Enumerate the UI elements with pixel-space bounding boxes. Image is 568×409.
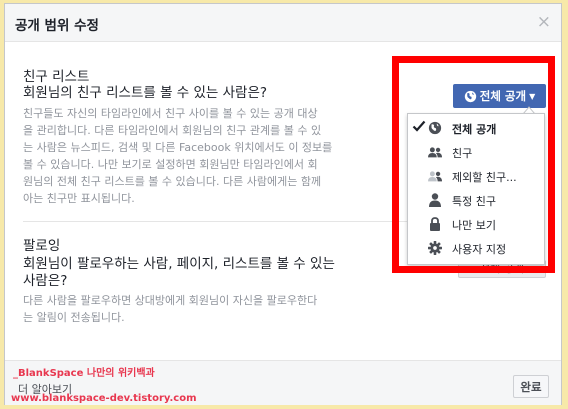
chevron-down-icon: ▼	[529, 91, 536, 101]
person-icon	[428, 193, 442, 207]
check-icon	[412, 120, 426, 132]
watermark-brand: _BlankSpace 나만의 위키백과	[13, 368, 155, 379]
menu-item-friends[interactable]: 친구	[408, 140, 544, 164]
following-section-title: 팔로잉	[23, 238, 61, 254]
following-description: 다른 사람을 팔로우하면 상대방에게 회원님이 자신을 팔로우한다 는 알림이 …	[23, 294, 318, 324]
friend-list-privacy-button[interactable]: 전체 공개 ▼	[453, 84, 546, 108]
watermark-url: www.blankspace-dev.tistory.com	[11, 393, 197, 404]
globe-icon	[428, 121, 442, 135]
menu-item-specific-friends[interactable]: 특정 친구	[408, 188, 544, 212]
menu-item-custom[interactable]: 사용자 지정	[408, 236, 544, 260]
close-icon[interactable]: ×	[537, 12, 551, 32]
friend-list-section-title: 친구 리스트	[23, 69, 90, 85]
done-button[interactable]: 완료	[513, 375, 549, 398]
gear-icon	[428, 241, 442, 255]
privacy-button-label: 전체 공개	[479, 89, 527, 103]
dialog-footer: _BlankSpace 나만의 위키백과 더 알아보기 www.blankspa…	[5, 360, 561, 405]
menu-item-public[interactable]: 전체 공개	[408, 116, 544, 140]
lock-icon	[428, 217, 442, 231]
following-question: 회원님이 팔로우하는 사람, 페이지, 리스트를 볼 수 있는 사람은?	[23, 256, 335, 289]
dialog-title: 공개 범위 수정	[15, 18, 99, 34]
friends-icon	[428, 145, 442, 159]
audience-dropdown-menu: 전체 공개 친구 제외할 친구... 특정 친구 나만 보기 사용자 지정	[407, 113, 545, 265]
friend-list-description: 친구들도 자신의 타임라인에서 친구 사이를 볼 수 있는 공개 대상 을 관리…	[23, 107, 333, 205]
menu-item-friends-except[interactable]: 제외할 친구...	[408, 164, 544, 188]
globe-icon	[464, 90, 476, 102]
menu-item-only-me[interactable]: 나만 보기	[408, 212, 544, 236]
dialog-header: 공개 범위 수정 ×	[5, 4, 561, 42]
friend-list-question: 회원님의 친구 리스트를 볼 수 있는 사람은?	[23, 85, 268, 101]
friends-except-icon	[428, 169, 442, 183]
